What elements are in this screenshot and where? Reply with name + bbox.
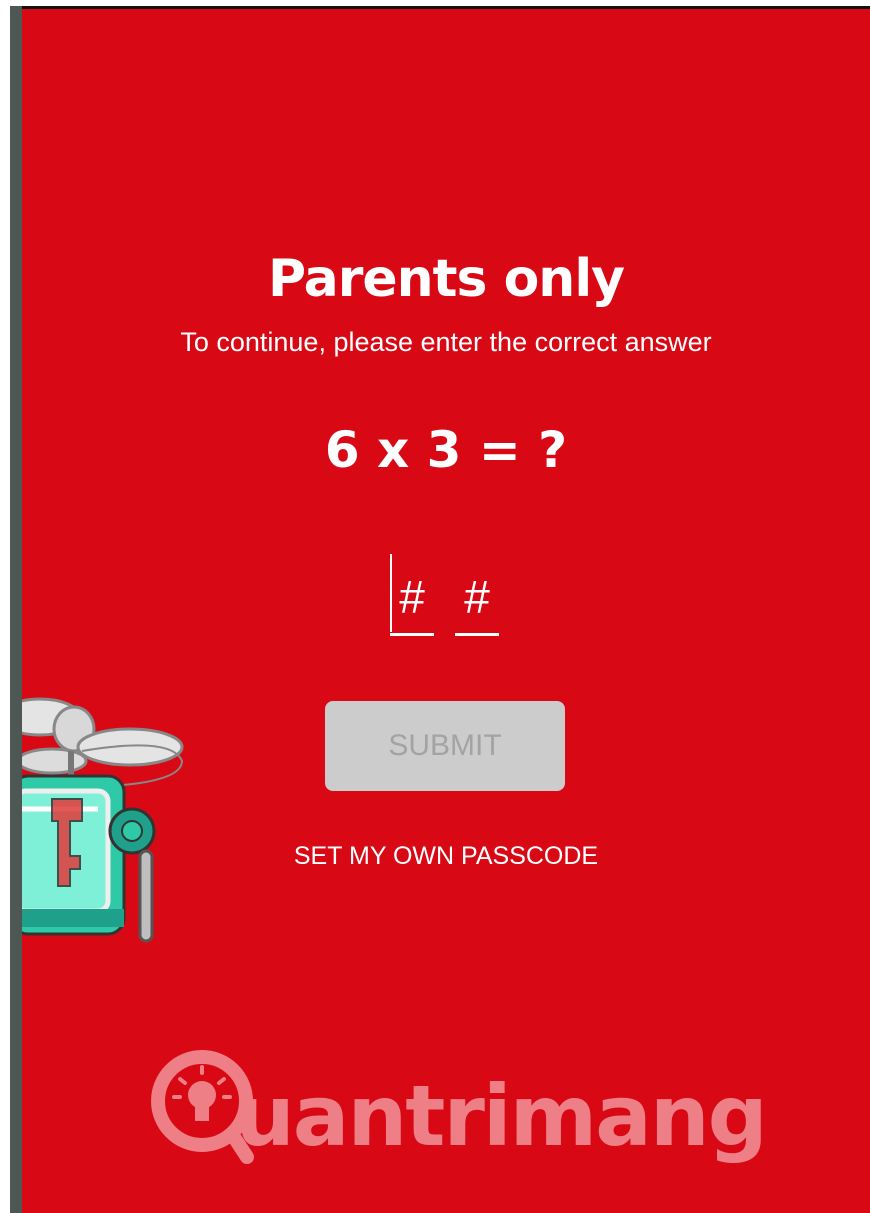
- set-own-passcode-link[interactable]: SET MY OWN PASSCODE: [22, 842, 870, 871]
- window-left-border: [10, 6, 22, 1213]
- answer-digit-1-input[interactable]: [390, 561, 434, 636]
- watermark-logo: uantrimang: [147, 1039, 768, 1189]
- parental-gate-panel: Parents only To continue, please enter t…: [22, 9, 870, 1213]
- robot-mascot-illustration: [22, 681, 192, 956]
- text-cursor: [390, 554, 392, 632]
- answer-digit-2-input[interactable]: [455, 561, 499, 636]
- instruction-text: To continue, please enter the correct an…: [180, 327, 712, 357]
- watermark-text: uantrimang: [235, 1067, 768, 1165]
- math-question: 6 x 3 = ?: [324, 421, 568, 479]
- page-title: Parents only: [267, 249, 625, 309]
- submit-button[interactable]: SUBMIT: [325, 701, 565, 791]
